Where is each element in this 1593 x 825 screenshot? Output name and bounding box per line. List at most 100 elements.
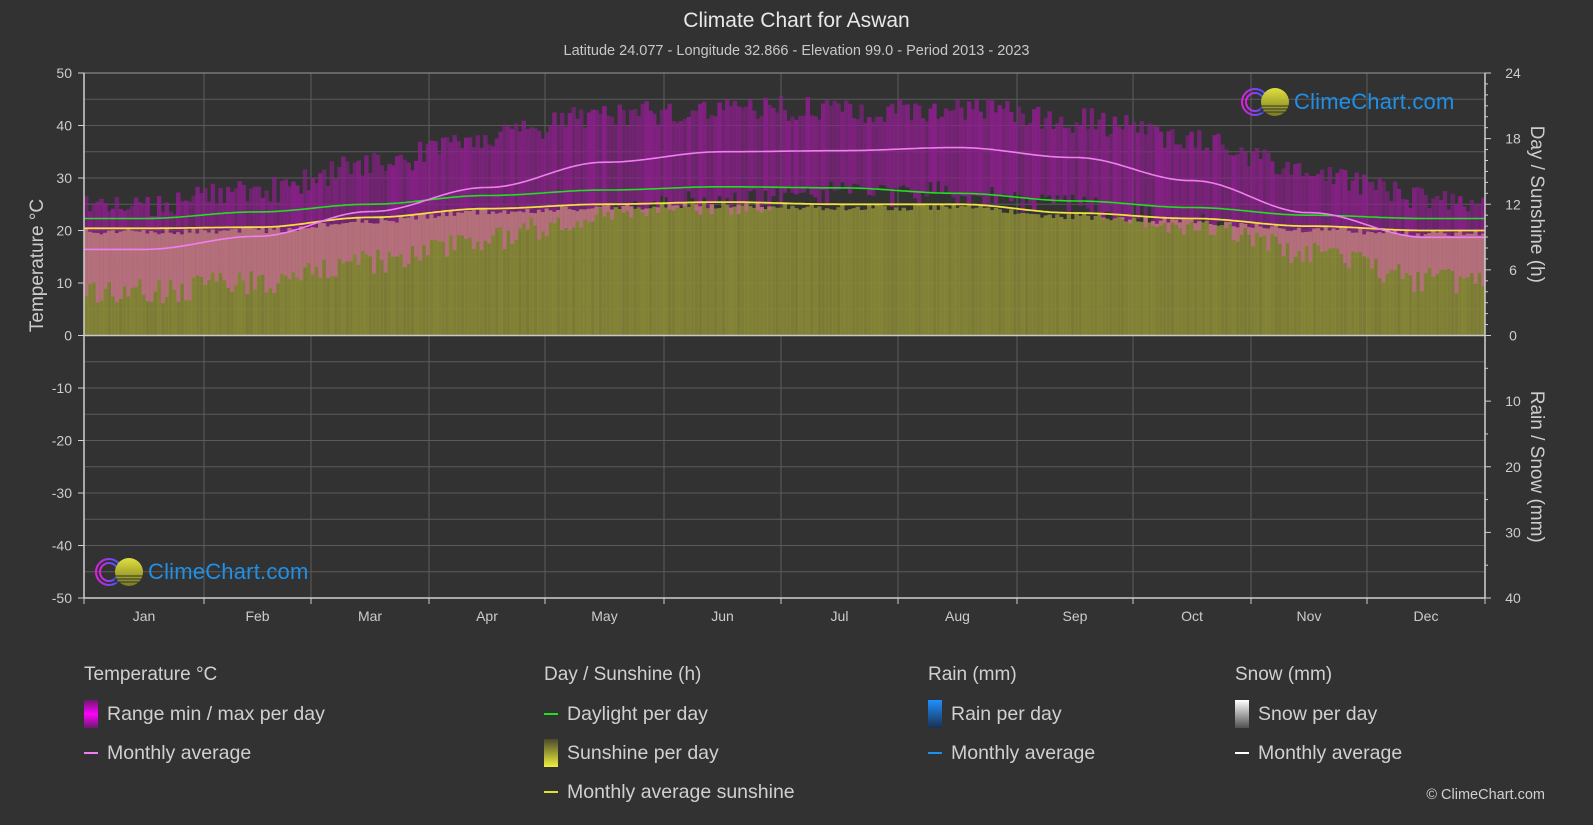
temp-range-bar: [1035, 106, 1041, 199]
temp-sun-overlap: [95, 232, 100, 303]
temp-range-bar: [886, 106, 891, 189]
temp-sun-overlap: [1408, 235, 1413, 276]
temp-sun-overlap: [490, 211, 496, 236]
x-tick-label: Feb: [245, 608, 269, 624]
temp-sun-overlap: [1112, 218, 1118, 220]
legend-label: Snow per day: [1258, 702, 1378, 725]
temp-range-bar: [1062, 127, 1068, 196]
temp-range-bar: [947, 110, 953, 194]
temp-sun-overlap: [1158, 220, 1164, 226]
temp-sun-overlap: [107, 230, 112, 283]
sunshine-bar: [579, 209, 584, 336]
sunshine-bar: [1304, 231, 1310, 336]
temp-sun-overlap: [1381, 233, 1386, 283]
x-tick-label: Nov: [1297, 608, 1322, 624]
temp-sun-overlap: [667, 203, 672, 210]
temp-sun-overlap: [529, 212, 534, 218]
temp-sun-overlap: [1362, 234, 1367, 257]
temp-sun-overlap: [137, 231, 143, 280]
temp-range-bar: [1254, 148, 1260, 233]
temp-sun-overlap: [609, 209, 615, 220]
temp-sun-overlap: [483, 209, 488, 241]
temp-sun-overlap: [1342, 228, 1348, 264]
temp-sun-overlap: [1469, 233, 1475, 274]
temp-sun-overlap: [310, 227, 315, 275]
temp-sun-overlap: [548, 210, 553, 223]
temp-range-bar: [897, 99, 903, 187]
snow-avg-line-icon: [1235, 752, 1249, 754]
left-tick-label: -20: [52, 433, 72, 449]
temp-range-bar: [1174, 144, 1179, 225]
temp-sun-overlap: [1258, 226, 1263, 238]
temp-sun-overlap: [383, 220, 388, 273]
temp-range-bar: [1081, 108, 1087, 197]
temp-range-bar: [1058, 116, 1064, 202]
temp-sun-overlap: [525, 208, 530, 230]
sunshine-bar: [932, 205, 937, 336]
sunshine-bar: [1047, 214, 1052, 336]
sunshine-bar: [797, 209, 803, 336]
temp-range-bar: [909, 120, 914, 193]
sunshine-bar: [947, 208, 953, 336]
temp-sun-overlap: [1412, 235, 1417, 293]
temp-sun-overlap: [110, 230, 116, 297]
sunshine-bar: [1220, 225, 1225, 336]
sunshine-bar: [1128, 219, 1133, 336]
left-tick-label: -30: [52, 485, 72, 501]
legend-item-sunshine-avg: Monthly average sunshine: [544, 778, 795, 806]
sunshine-bar: [1170, 219, 1175, 336]
temp-sun-overlap: [671, 205, 676, 211]
temp-range-bar: [1177, 144, 1183, 229]
temp-sun-overlap: [1197, 221, 1202, 231]
temp-range-bar: [1024, 125, 1029, 198]
temp-sun-overlap: [1181, 219, 1187, 235]
sunshine-bar: [801, 207, 807, 336]
sunshine-bar: [1097, 213, 1102, 336]
temp-range-bar: [1074, 122, 1079, 202]
temp-sun-overlap: [606, 205, 611, 212]
sunshine-bar: [790, 205, 795, 336]
temp-range-bar: [1089, 108, 1095, 214]
temp-range-bar: [629, 110, 634, 218]
sunshine-bar: [682, 203, 688, 336]
temp-sun-overlap: [325, 226, 331, 279]
legend-snow: Snow (mm) Snow per day Monthly average: [1235, 664, 1402, 778]
temp-sun-overlap: [337, 224, 342, 260]
temp-sun-overlap: [160, 233, 166, 304]
sunshine-bar: [613, 207, 619, 336]
temp-sun-overlap: [264, 233, 269, 293]
sunshine-bar: [928, 209, 933, 336]
watermark-text: ClimeChart.com: [1294, 89, 1455, 114]
sunshine-bar: [993, 207, 999, 336]
temp-sun-overlap: [398, 216, 404, 255]
temp-sun-overlap: [460, 212, 465, 236]
temp-range-bar: [828, 105, 834, 183]
legend-item-daylight: Daylight per day: [544, 700, 795, 728]
sunshine-bar: [1016, 213, 1022, 336]
temp-sun-overlap: [1404, 231, 1409, 273]
sunshine-bar: [675, 205, 680, 336]
temp-range-bar: [586, 112, 592, 223]
sunshine-bar: [1158, 220, 1164, 336]
temp-sun-overlap: [429, 214, 434, 240]
sunshine-bar: [836, 207, 841, 336]
sunshine-bar: [1009, 209, 1014, 336]
sunshine-bar: [1089, 219, 1095, 336]
sunshine-bar: [617, 208, 622, 336]
temp-range-bar: [1097, 119, 1102, 214]
temp-range-bar: [1262, 149, 1267, 236]
legend-item-snow-avg: Monthly average: [1235, 739, 1402, 767]
temp-sun-overlap: [440, 212, 446, 242]
sunshine-bar: [813, 207, 818, 336]
temp-sun-overlap: [145, 233, 150, 302]
temp-sun-overlap: [1400, 234, 1405, 279]
temp-sun-overlap: [1358, 228, 1363, 253]
temp-sun-overlap: [1377, 232, 1382, 279]
temp-range-bar: [982, 118, 987, 206]
sunshine-bar: [1070, 219, 1075, 336]
temp-range-bar: [1258, 159, 1263, 238]
sunshine-bar: [1185, 219, 1191, 336]
sunshine-bar: [1285, 230, 1290, 336]
sunshine-bar: [936, 209, 941, 336]
temp-sun-overlap: [252, 228, 258, 290]
